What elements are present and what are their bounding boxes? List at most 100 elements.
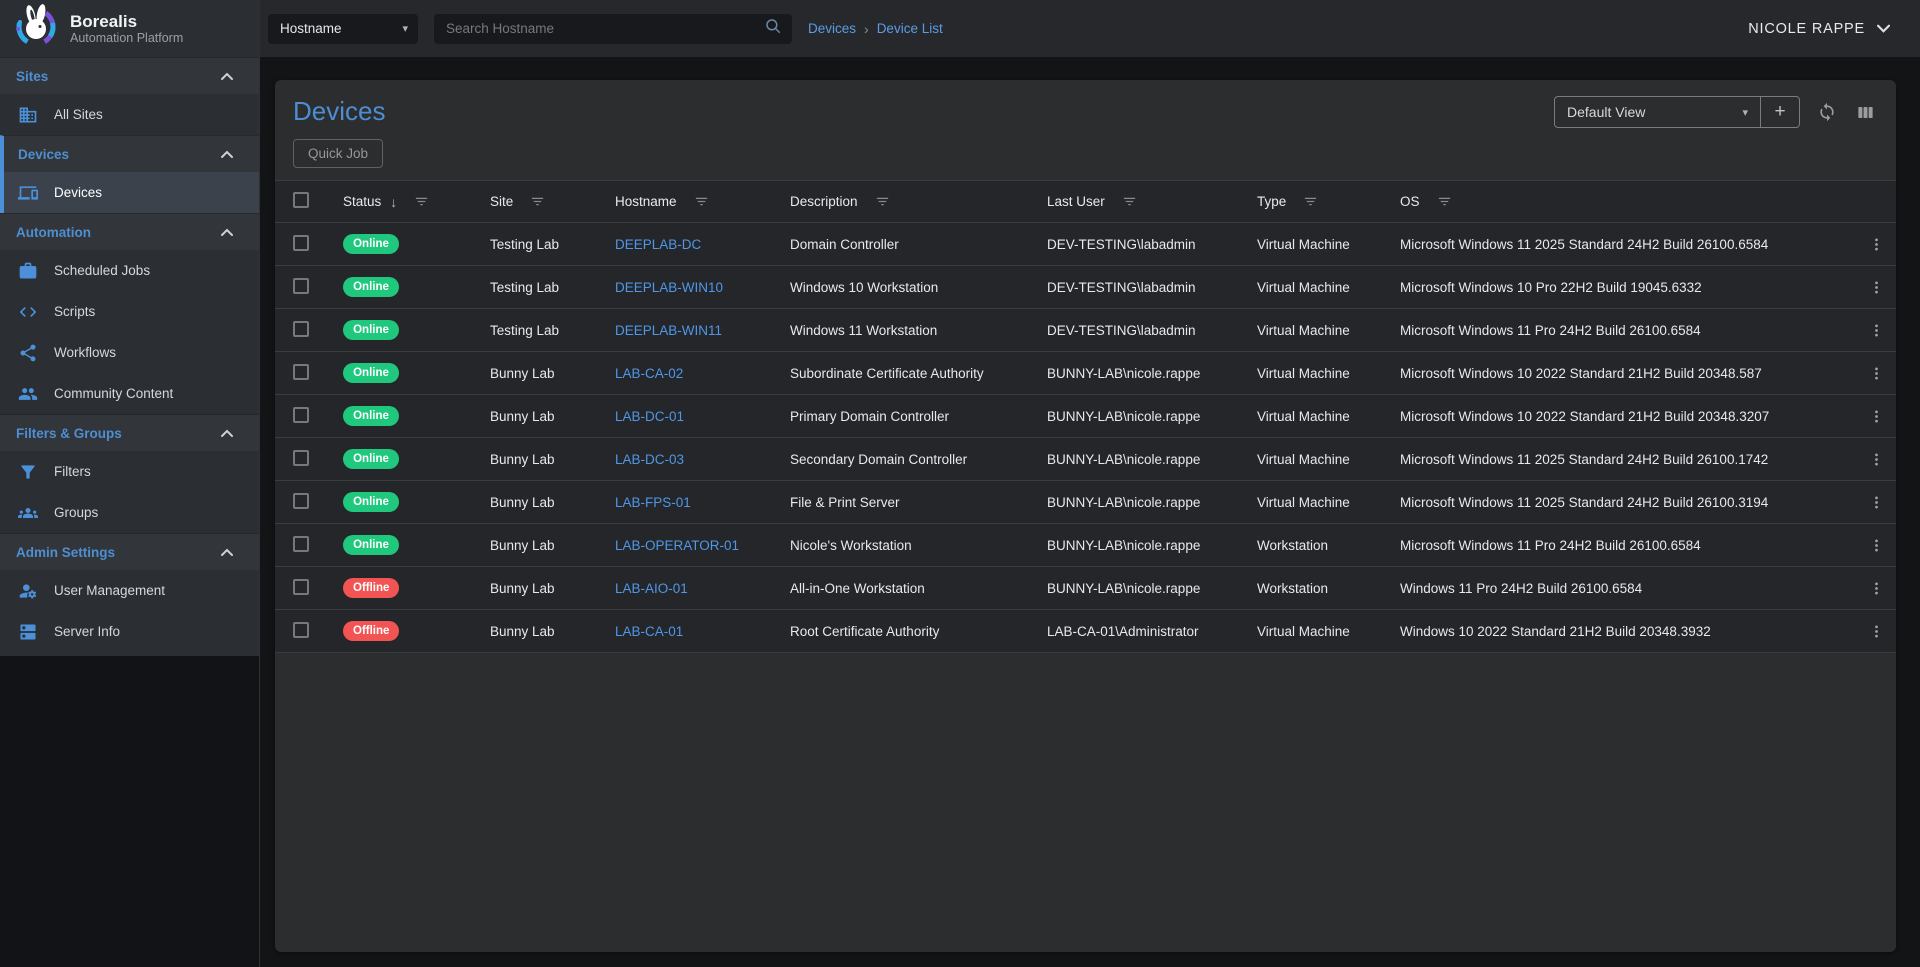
filter-icon[interactable] [1303,194,1318,209]
content-area: Devices Quick Job Default View ▾ + [260,57,1920,967]
row-checkbox[interactable] [293,536,309,552]
hostname-link[interactable]: DEEPLAB-WIN10 [615,280,723,295]
filter-icon[interactable] [694,194,709,209]
status-badge: Offline [343,578,399,598]
sidebar-item-server-info[interactable]: Server Info [0,611,259,652]
sidebar-item-workflows[interactable]: Workflows [0,332,259,373]
row-checkbox[interactable] [293,579,309,595]
hostname-link[interactable]: DEEPLAB-DC [615,237,701,252]
select-all-checkbox[interactable] [293,192,309,208]
filter-icon[interactable] [1437,194,1452,209]
search-input[interactable] [446,21,764,36]
row-actions-kebab-icon[interactable] [1865,322,1888,339]
brand-subtitle: Automation Platform [70,31,183,46]
hostname-link[interactable]: LAB-OPERATOR-01 [615,538,739,553]
column-header-type[interactable]: Type [1257,194,1286,209]
chevron-down-icon: ▾ [402,22,408,35]
filter-icon[interactable] [530,194,545,209]
hostname-link[interactable]: LAB-CA-02 [615,366,683,381]
sidebar-section-sites[interactable]: Sites [0,57,259,94]
sidebar-section-admin-settings[interactable]: Admin Settings [0,533,259,570]
device-row[interactable]: Online Bunny Lab LAB-CA-02 Subordinate C… [275,352,1896,395]
sidebar-item-devices[interactable]: Devices [0,172,259,213]
column-header-hostname[interactable]: Hostname [615,194,677,209]
column-header-os[interactable]: OS [1400,194,1420,209]
row-actions-kebab-icon[interactable] [1865,365,1888,382]
description-cell: Windows 10 Workstation [770,266,1027,309]
breadcrumb-device-list[interactable]: Device List [877,21,943,36]
device-row[interactable]: Offline Bunny Lab LAB-CA-01 Root Certifi… [275,610,1896,653]
device-row[interactable]: Online Bunny Lab LAB-DC-03 Secondary Dom… [275,438,1896,481]
device-row[interactable]: Online Bunny Lab LAB-DC-01 Primary Domai… [275,395,1896,438]
filter-icon[interactable] [875,194,890,209]
column-header-description[interactable]: Description [790,194,858,209]
user-menu[interactable]: NICOLE RAPPE [1748,20,1890,38]
view-select-group: Default View ▾ + [1554,96,1800,128]
filter-icon[interactable] [1122,194,1137,209]
last-user-cell: BUNNY-LAB\nicole.rappe [1027,481,1237,524]
row-checkbox[interactable] [293,450,309,466]
row-actions-kebab-icon[interactable] [1865,408,1888,425]
section-label: Sites [16,69,48,84]
row-checkbox[interactable] [293,622,309,638]
refresh-button[interactable] [1816,101,1838,123]
sidebar-item-all-sites[interactable]: All Sites [0,94,259,135]
row-actions-kebab-icon[interactable] [1865,451,1888,468]
brand-name: Borealis [70,12,183,31]
columns-button[interactable] [1854,101,1876,123]
devices-table: Status ↓ Site Hostname [275,180,1896,653]
description-cell: Windows 11 Workstation [770,309,1027,352]
hostname-link[interactable]: LAB-CA-01 [615,624,683,639]
type-cell: Virtual Machine [1237,223,1380,266]
add-view-button[interactable]: + [1761,97,1799,127]
hostname-link[interactable]: LAB-DC-03 [615,452,684,467]
row-checkbox[interactable] [293,407,309,423]
filter-icon[interactable] [414,194,429,209]
row-actions-kebab-icon[interactable] [1865,279,1888,296]
people-icon [18,384,38,404]
type-cell: Virtual Machine [1237,438,1380,481]
device-row[interactable]: Online Bunny Lab LAB-OPERATOR-01 Nicole'… [275,524,1896,567]
row-checkbox[interactable] [293,321,309,337]
sidebar-item-scheduled-jobs[interactable]: Scheduled Jobs [0,250,259,291]
device-row[interactable]: Online Testing Lab DEEPLAB-WIN10 Windows… [275,266,1896,309]
hostname-link[interactable]: LAB-DC-01 [615,409,684,424]
row-actions-kebab-icon[interactable] [1865,236,1888,253]
view-toolbar: Default View ▾ + [1554,96,1876,128]
sidebar-item-groups[interactable]: Groups [0,492,259,533]
sidebar-section-filters-groups[interactable]: Filters & Groups [0,414,259,451]
row-checkbox[interactable] [293,364,309,380]
quick-job-button[interactable]: Quick Job [293,139,383,168]
hostname-link[interactable]: LAB-AIO-01 [615,581,688,596]
sidebar-item-filters[interactable]: Filters [0,451,259,492]
row-actions-kebab-icon[interactable] [1865,623,1888,640]
sidebar-item-scripts[interactable]: Scripts [0,291,259,332]
hostname-link[interactable]: LAB-FPS-01 [615,495,691,510]
device-row[interactable]: Offline Bunny Lab LAB-AIO-01 All-in-One … [275,567,1896,610]
breadcrumb-devices[interactable]: Devices [808,21,856,36]
search-field-value: Hostname [280,21,342,36]
sidebar-item-community-content[interactable]: Community Content [0,373,259,414]
device-row[interactable]: Online Testing Lab DEEPLAB-WIN11 Windows… [275,309,1896,352]
column-header-last-user[interactable]: Last User [1047,194,1105,209]
sort-desc-icon[interactable]: ↓ [390,194,397,210]
row-actions-kebab-icon[interactable] [1865,537,1888,554]
row-checkbox[interactable] [293,278,309,294]
device-row[interactable]: Online Testing Lab DEEPLAB-DC Domain Con… [275,223,1896,266]
sidebar-item-user-management[interactable]: User Management [0,570,259,611]
column-header-status[interactable]: Status [343,194,381,209]
row-checkbox[interactable] [293,493,309,509]
column-header-site[interactable]: Site [490,194,513,209]
row-checkbox[interactable] [293,235,309,251]
hostname-link[interactable]: DEEPLAB-WIN11 [615,323,722,338]
view-select[interactable]: Default View ▾ [1555,97,1761,127]
sidebar-section-devices[interactable]: Devices [0,135,259,172]
search-field-select[interactable]: Hostname ▾ [268,14,418,44]
row-actions-kebab-icon[interactable] [1865,494,1888,511]
sidebar-section-automation[interactable]: Automation [0,213,259,250]
device-row[interactable]: Online Bunny Lab LAB-FPS-01 File & Print… [275,481,1896,524]
search-icon[interactable] [764,17,782,40]
chevron-down-icon [1877,20,1890,38]
sidebar-item-label: Scripts [54,304,95,319]
row-actions-kebab-icon[interactable] [1865,580,1888,597]
